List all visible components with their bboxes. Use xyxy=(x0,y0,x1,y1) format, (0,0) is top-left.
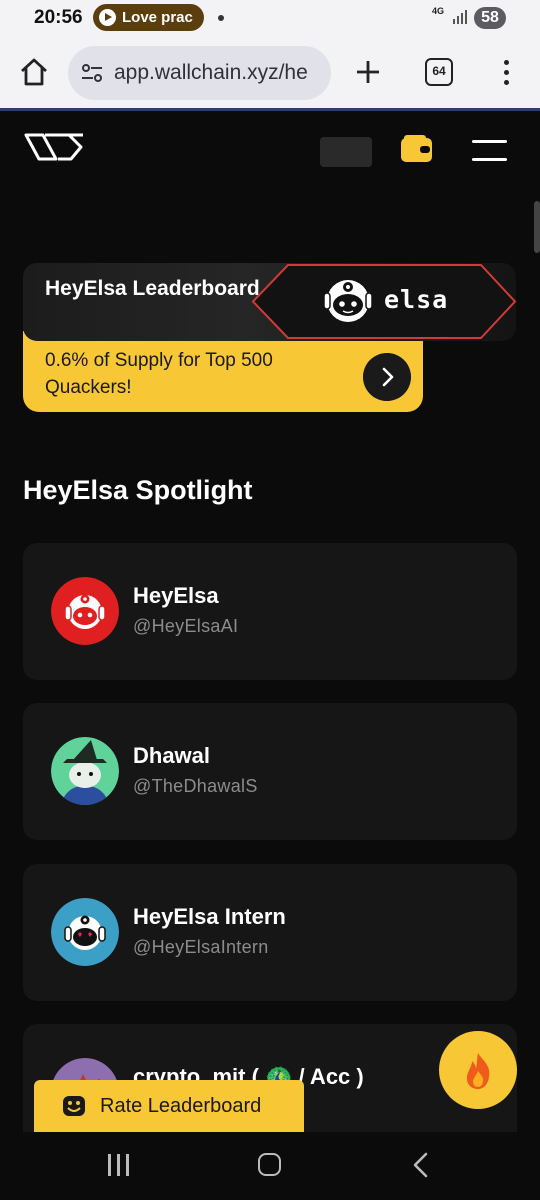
site-settings-icon[interactable] xyxy=(80,61,104,85)
wallet-icon[interactable] xyxy=(400,134,433,164)
app-content: 0.6% of Supply for Top 500 Quackers! Hey… xyxy=(0,111,540,1132)
media-notification-text: Love prac xyxy=(122,9,193,26)
leaderboard-banner-promo[interactable]: 0.6% of Supply for Top 500 Quackers! xyxy=(23,331,423,412)
smile-face-icon xyxy=(63,1096,85,1116)
hamburger-menu-icon[interactable] xyxy=(472,138,507,162)
elsa-badge-text: elsa xyxy=(384,285,449,314)
status-time: 20:56 xyxy=(34,7,83,28)
spotlight-card[interactable]: HeyElsa Intern @HeyElsaIntern xyxy=(23,864,517,1001)
fire-fab-button[interactable] xyxy=(439,1031,517,1109)
spotlight-name: HeyElsa xyxy=(133,583,219,608)
spotlight-handle: @TheDhawalS xyxy=(133,776,258,796)
more-menu-icon[interactable] xyxy=(496,58,516,88)
network-type: 4G xyxy=(432,6,445,16)
notification-dot-icon xyxy=(218,15,224,21)
play-icon xyxy=(99,9,116,26)
signal-icon xyxy=(453,10,467,24)
chevron-right-icon[interactable] xyxy=(363,353,411,401)
rate-leaderboard-button[interactable]: Rate Leaderboard xyxy=(34,1080,304,1132)
new-tab-icon[interactable] xyxy=(354,58,382,86)
spotlight-card[interactable]: Dhawal @TheDhawalS xyxy=(23,703,517,840)
back-icon[interactable] xyxy=(410,1152,432,1178)
page-scrollbar[interactable] xyxy=(534,201,540,253)
spotlight-name: HeyElsa Intern xyxy=(133,904,286,929)
leaderboard-title: HeyElsa Leaderboard xyxy=(45,277,260,300)
browser-toolbar: app.wallchain.xyz/he 64 xyxy=(0,36,540,110)
heyelsa-avatar xyxy=(51,577,119,645)
dhawal-avatar xyxy=(51,737,119,805)
address-bar[interactable]: app.wallchain.xyz/he xyxy=(68,46,331,100)
spotlight-name: Dhawal xyxy=(133,743,211,768)
tab-switcher-button[interactable]: 64 xyxy=(425,58,453,86)
heyelsa-intern-avatar xyxy=(51,898,119,966)
url-text: app.wallchain.xyz/he xyxy=(114,61,308,84)
battery-indicator: 58 xyxy=(474,7,506,29)
recent-apps-icon[interactable] xyxy=(107,1154,131,1176)
home-nav-icon[interactable] xyxy=(258,1153,281,1176)
spotlight-title: HeyElsa Spotlight xyxy=(23,475,253,505)
spotlight-handle: @HeyElsaAI xyxy=(133,616,239,636)
leaderboard-subtitle: 0.6% of Supply for Top 500 Quackers! xyxy=(45,350,273,398)
spotlight-handle: @HeyElsaIntern xyxy=(133,937,269,957)
spotlight-card[interactable]: HeyElsa @HeyElsaAI xyxy=(23,543,517,680)
fire-icon xyxy=(466,1053,490,1089)
home-icon[interactable] xyxy=(18,56,50,88)
rate-leaderboard-label: Rate Leaderboard xyxy=(100,1094,262,1117)
header-placeholder-button[interactable] xyxy=(320,137,372,167)
wallchain-logo[interactable] xyxy=(23,129,87,165)
status-bar: 20:56 Love prac 4G 58 xyxy=(0,0,540,36)
media-notification-pill[interactable]: Love prac xyxy=(93,4,204,31)
system-navigation-bar xyxy=(0,1132,540,1200)
